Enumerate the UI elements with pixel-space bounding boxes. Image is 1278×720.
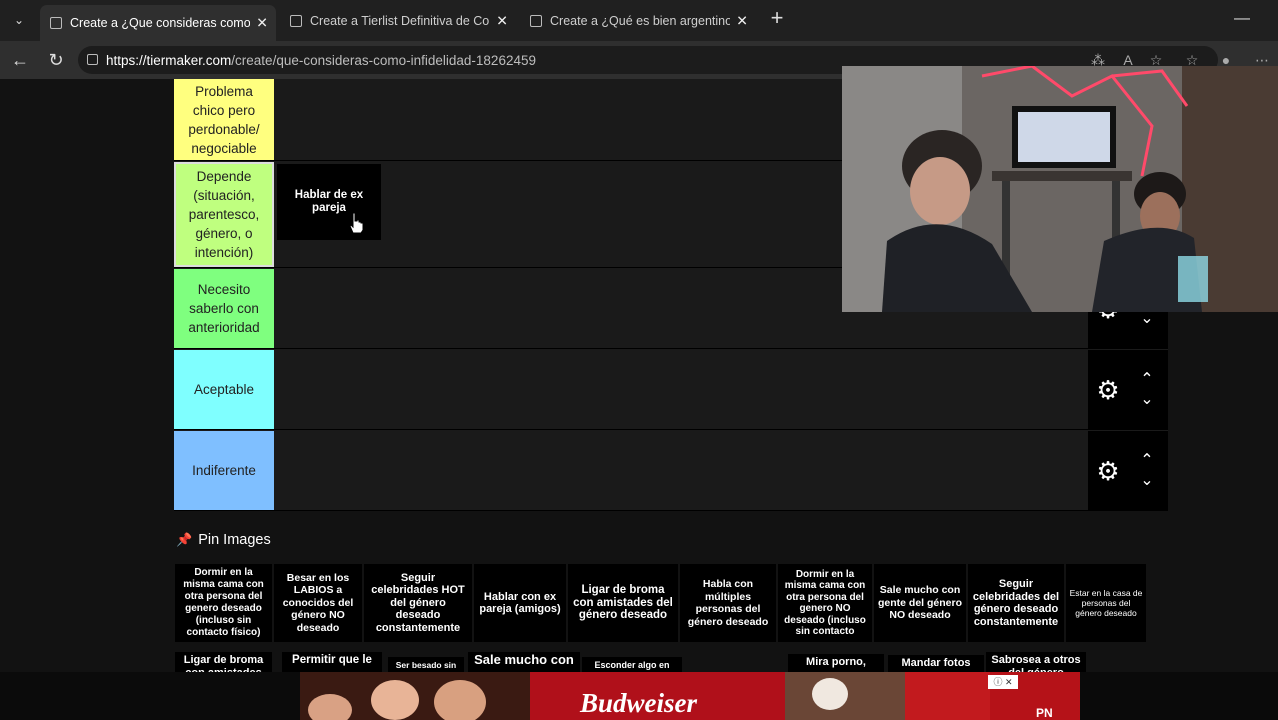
webcam-image: [842, 66, 1278, 312]
tier-items-dropzone[interactable]: [275, 350, 1088, 429]
tab-actions-menu-icon[interactable]: ⌄: [6, 8, 32, 32]
back-arrow-icon[interactable]: ←: [9, 50, 31, 72]
pool-item[interactable]: Habla con múltiples personas del género …: [680, 564, 776, 642]
pool-item[interactable]: Ligar de broma con amistades del género …: [568, 564, 678, 642]
chevron-down-icon[interactable]: ⌄: [1136, 390, 1158, 410]
tier-label[interactable]: Depende (situación, parentesco, género, …: [174, 162, 274, 267]
tab-3[interactable]: Create a ¿Qué es bien argentino y ✕: [520, 5, 756, 37]
chevron-up-icon[interactable]: ⌃: [1136, 370, 1158, 390]
tiermaker-favicon-icon: [530, 15, 542, 27]
tier-label[interactable]: Problema chico pero perdonable/ negociab…: [174, 79, 274, 160]
pool-item[interactable]: Seguir celebridades HOT del género desea…: [364, 564, 472, 642]
tab-active[interactable]: Create a ¿Que consideras como in ✕: [40, 5, 276, 41]
gear-icon[interactable]: ⚙: [1094, 376, 1122, 404]
close-tab-icon[interactable]: ✕: [496, 13, 508, 30]
new-tab-button[interactable]: +: [766, 7, 788, 30]
pool-item[interactable]: Sale mucho con gente del género NO desea…: [874, 564, 966, 642]
tab-2[interactable]: Create a Tierlist Definitiva de Com ✕: [280, 5, 516, 37]
pool-item[interactable]: Dormir en la misma cama con otra persona…: [778, 564, 872, 642]
close-tab-icon[interactable]: ✕: [256, 15, 268, 32]
reload-icon[interactable]: ↻: [45, 50, 67, 72]
url-path: /create/que-consideras-como-infidelidad-…: [231, 52, 536, 68]
ad-brand-text: Budweiser: [580, 688, 698, 718]
hand-cursor-icon: [349, 212, 364, 234]
move-arrows: ⌃ ⌄: [1136, 370, 1158, 410]
tab-title: Create a ¿Qué es bien argentino y: [550, 14, 730, 28]
ad-banner[interactable]: Budweiser ⓘ ✕ PN: [0, 672, 1278, 720]
tier-items-dropzone[interactable]: [275, 431, 1088, 510]
pool-item[interactable]: Estar en la casa de personas del género …: [1066, 564, 1146, 642]
url-domain: https://tiermaker.com: [106, 52, 232, 68]
tier-label[interactable]: Aceptable: [174, 350, 274, 429]
chevron-up-icon[interactable]: ⌃: [1136, 451, 1158, 471]
tier-label[interactable]: Indiferente: [174, 431, 274, 510]
tab-title: Create a ¿Que consideras como in: [70, 16, 250, 30]
pin-images-heading: 📌 Pin Images: [176, 532, 271, 548]
ad-close-button[interactable]: ⓘ ✕: [988, 675, 1018, 689]
tier-row: Indiferente ⚙ ⌃ ⌄: [174, 431, 1168, 511]
tiermaker-favicon-icon: [50, 17, 62, 29]
tab-bar: ⌄ Create a ¿Que consideras como in ✕ Cre…: [0, 0, 1278, 41]
ad-logo: PN: [1036, 706, 1053, 720]
pool-item[interactable]: Seguir celebridades del género deseado c…: [968, 564, 1064, 642]
pin-images-label: Pin Images: [198, 532, 271, 548]
close-tab-icon[interactable]: ✕: [736, 13, 748, 30]
tier-item[interactable]: Hablar de ex pareja: [277, 164, 381, 240]
webcam-overlay: [842, 66, 1278, 312]
pool-item[interactable]: Besar en los LABIOS a conocidos del géne…: [274, 564, 362, 642]
minimize-icon[interactable]: —: [1234, 10, 1250, 28]
pool-item[interactable]: Hablar con ex pareja (amigos): [474, 564, 566, 642]
gear-icon[interactable]: ⚙: [1094, 457, 1122, 485]
pin-icon[interactable]: 📌: [176, 532, 192, 548]
tier-row: Aceptable ⚙ ⌃ ⌄: [174, 350, 1168, 430]
tiermaker-favicon-icon: [290, 15, 302, 27]
tier-controls: ⚙ ⌃ ⌄: [1088, 350, 1168, 429]
chevron-down-icon[interactable]: ⌄: [1136, 471, 1158, 491]
tier-label[interactable]: Necesito saberlo con anterioridad: [174, 269, 274, 348]
tab-title: Create a Tierlist Definitiva de Com: [310, 14, 490, 28]
tier-controls: ⚙ ⌃ ⌄: [1088, 431, 1168, 510]
pool-item[interactable]: Dormir en la misma cama con otra persona…: [175, 564, 272, 642]
lock-icon: [87, 54, 98, 65]
move-arrows: ⌃ ⌄: [1136, 451, 1158, 491]
